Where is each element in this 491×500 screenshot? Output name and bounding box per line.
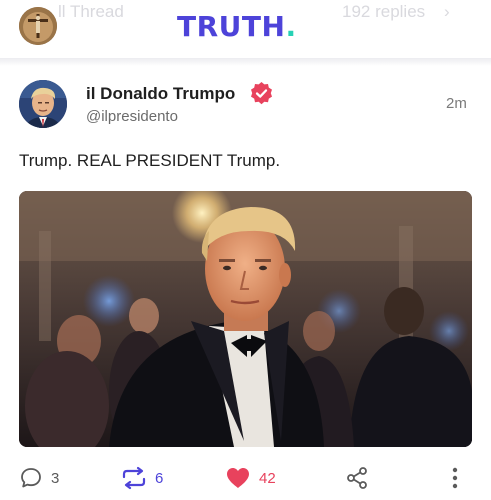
- like-button[interactable]: 42: [225, 462, 276, 494]
- retruth-button[interactable]: 6: [121, 462, 163, 494]
- retruth-count: 6: [155, 469, 164, 487]
- reply-count: 3: [51, 469, 60, 487]
- brand-dot: .: [285, 10, 297, 43]
- post-photo[interactable]: [19, 191, 472, 447]
- photo-man-in-tuxedo: [19, 191, 472, 447]
- scrolled-replies-count: 192 replies: [342, 2, 426, 21]
- speech-bubble-icon: [21, 468, 41, 488]
- author-display-name[interactable]: il Donaldo Trumpo: [86, 84, 235, 104]
- truth-logo: TRUTH.: [177, 10, 297, 43]
- author-portrait-icon: [19, 80, 67, 128]
- chevron-right-icon: ›: [444, 2, 450, 21]
- author-handle[interactable]: @ilpresidento: [86, 108, 178, 125]
- scrolled-thread-title: ll Thread: [58, 2, 124, 21]
- share-button[interactable]: [345, 462, 369, 494]
- share-nodes-icon: [347, 467, 367, 489]
- header-divider: [0, 58, 491, 66]
- heart-icon: [227, 468, 249, 488]
- app-header: ll Thread 192 replies › TRUTH.: [0, 0, 491, 58]
- vertical-dots-icon: [452, 467, 458, 489]
- verified-badge-icon: [251, 82, 272, 105]
- reply-button[interactable]: 3: [19, 462, 59, 494]
- post-action-bar: 3 6 42: [0, 462, 491, 494]
- like-count: 42: [259, 469, 276, 487]
- cross-figure-icon: [19, 7, 57, 45]
- post-body-text: Trump. REAL PRESIDENT Trump.: [19, 151, 281, 170]
- author-avatar[interactable]: [19, 80, 67, 128]
- profile-avatar-button[interactable]: [19, 7, 57, 45]
- brand-text: TRUTH: [177, 10, 286, 43]
- more-options-button[interactable]: [448, 462, 462, 494]
- repost-arrows-icon: [122, 466, 146, 490]
- post-timestamp: 2m: [446, 95, 467, 112]
